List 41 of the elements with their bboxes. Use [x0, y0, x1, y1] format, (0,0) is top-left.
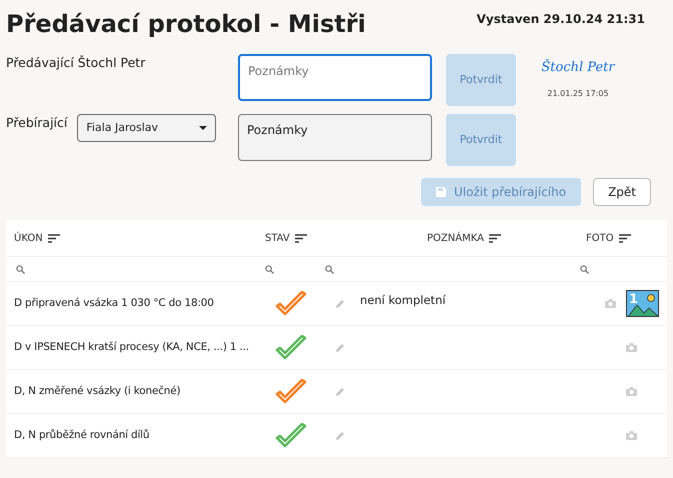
camera-icon[interactable]: [626, 343, 637, 352]
receiver-select[interactable]: Fiala Jaroslav: [77, 114, 216, 142]
column-header[interactable]: STAV: [265, 230, 290, 246]
pencil-icon[interactable]: [335, 342, 345, 352]
sort-icon[interactable]: [488, 234, 501, 242]
back-button[interactable]: Zpět: [593, 178, 651, 206]
check-icon[interactable]: [275, 290, 307, 316]
sort-icon[interactable]: [294, 234, 307, 242]
pencil-icon[interactable]: [335, 298, 345, 308]
task-text: D v IPSENECH kratší procesy (KA, NCE, ...) 1 ...: [14, 340, 249, 355]
handover-label: Předávající Štochl Petr: [6, 54, 146, 72]
issued-date: Vystaven 29.10.24 21:31: [476, 11, 646, 28]
column-header[interactable]: POZNÁMKA: [427, 230, 484, 246]
notes-field[interactable]: Poznámky: [238, 114, 432, 161]
search-icon[interactable]: [325, 264, 334, 274]
sort-icon[interactable]: [618, 234, 631, 242]
column-header[interactable]: FOTO: [586, 230, 614, 246]
search-icon[interactable]: [580, 264, 589, 274]
search-icon[interactable]: [265, 264, 274, 274]
column-header[interactable]: ÚKON: [14, 230, 43, 246]
check-icon[interactable]: [275, 378, 307, 404]
check-icon[interactable]: [275, 334, 307, 360]
page-title: Předávací protokol - Mistři: [6, 9, 366, 40]
search-icon[interactable]: [16, 264, 25, 274]
signed-time: 21.01.25 17:05: [547, 88, 609, 100]
camera-icon[interactable]: [605, 299, 616, 308]
task-text: D, N změřené vsázky (i konečné): [14, 384, 180, 399]
notes-field[interactable]: Poznámky: [238, 54, 432, 101]
task-text: D připravená vsázka 1 030 °C do 18:00: [14, 296, 214, 311]
signature: Štochl Petr: [541, 58, 615, 77]
pencil-icon[interactable]: [335, 386, 345, 396]
camera-icon[interactable]: [626, 387, 637, 396]
task-text: D, N průběžné rovnání dílů: [14, 428, 150, 443]
receiver-label: Přebírající: [6, 114, 68, 132]
note-text: není kompletní: [360, 293, 446, 307]
sort-icon[interactable]: [48, 234, 60, 242]
caret-icon: [199, 126, 208, 130]
camera-icon[interactable]: [626, 431, 637, 440]
pencil-icon[interactable]: [335, 430, 345, 440]
photo-count: 1: [629, 291, 638, 309]
check-icon[interactable]: [275, 422, 307, 448]
